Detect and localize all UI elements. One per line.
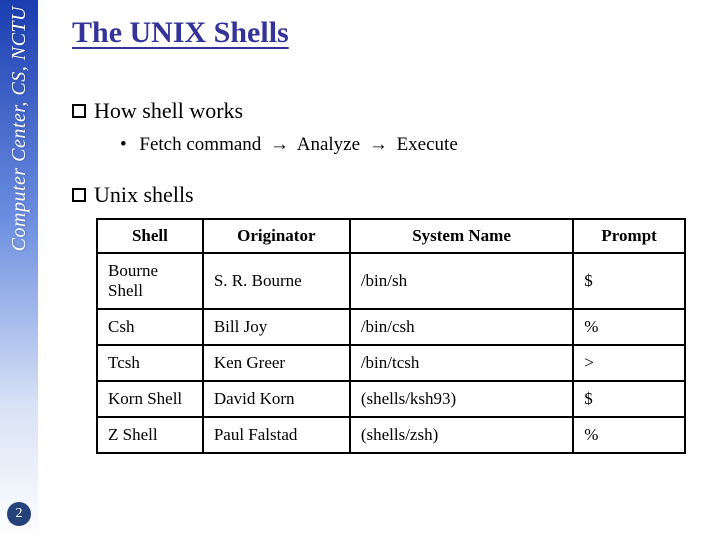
slide-content: The UNIX Shells How shell works • Fetch … — [38, 0, 720, 540]
cell-system: (shells/ksh93) — [350, 381, 573, 417]
th-originator: Originator — [203, 219, 350, 253]
cell-originator: Paul Falstad — [203, 417, 350, 453]
cell-shell: Tcsh — [97, 345, 203, 381]
table-row: Bourne Shell S. R. Bourne /bin/sh $ — [97, 253, 685, 309]
cell-system: /bin/sh — [350, 253, 573, 309]
cell-prompt: > — [573, 345, 685, 381]
cell-shell: Csh — [97, 309, 203, 345]
bullet-square-icon — [72, 104, 86, 118]
page-title: The UNIX Shells — [72, 16, 686, 50]
cell-system: (shells/zsh) — [350, 417, 573, 453]
heading-text: Unix shells — [94, 182, 194, 208]
table-header-row: Shell Originator System Name Prompt — [97, 219, 685, 253]
cell-prompt: $ — [573, 381, 685, 417]
table-row: Tcsh Ken Greer /bin/tcsh > — [97, 345, 685, 381]
cell-originator: S. R. Bourne — [203, 253, 350, 309]
cell-prompt: % — [573, 417, 685, 453]
sidebar: Computer Center, CS, NCTU 2 — [0, 0, 38, 540]
cell-system: /bin/csh — [350, 309, 573, 345]
cell-shell: Z Shell — [97, 417, 203, 453]
subitem-fetch-analyze-execute: • Fetch command → Analyze → Execute — [120, 134, 686, 156]
cell-prompt: % — [573, 309, 685, 345]
cell-system: /bin/tcsh — [350, 345, 573, 381]
cell-originator: Bill Joy — [203, 309, 350, 345]
section-how-shell-works: How shell works — [72, 98, 686, 124]
shells-table: Shell Originator System Name Prompt Bour… — [96, 218, 686, 454]
th-prompt: Prompt — [573, 219, 685, 253]
th-shell: Shell — [97, 219, 203, 253]
cell-originator: David Korn — [203, 381, 350, 417]
th-system: System Name — [350, 219, 573, 253]
org-label: Computer Center, CS, NCTU — [8, 6, 31, 251]
table-row: Z Shell Paul Falstad (shells/zsh) % — [97, 417, 685, 453]
cell-shell: Korn Shell — [97, 381, 203, 417]
section-unix-shells: Unix shells — [72, 182, 686, 208]
cell-originator: Ken Greer — [203, 345, 350, 381]
bullet-square-icon — [72, 188, 86, 202]
table-row: Korn Shell David Korn (shells/ksh93) $ — [97, 381, 685, 417]
heading-text: How shell works — [94, 98, 243, 124]
cell-shell: Bourne Shell — [97, 253, 203, 309]
sub-a: Fetch command — [139, 134, 261, 155]
bullet-dot-icon: • — [120, 134, 127, 155]
arrow-right-icon: → — [270, 134, 289, 155]
table-row: Csh Bill Joy /bin/csh % — [97, 309, 685, 345]
arrow-right-icon: → — [369, 134, 388, 155]
slide-number-badge: 2 — [7, 502, 31, 526]
cell-prompt: $ — [573, 253, 685, 309]
sub-c: Execute — [397, 134, 458, 155]
sub-b: Analyze — [297, 134, 360, 155]
